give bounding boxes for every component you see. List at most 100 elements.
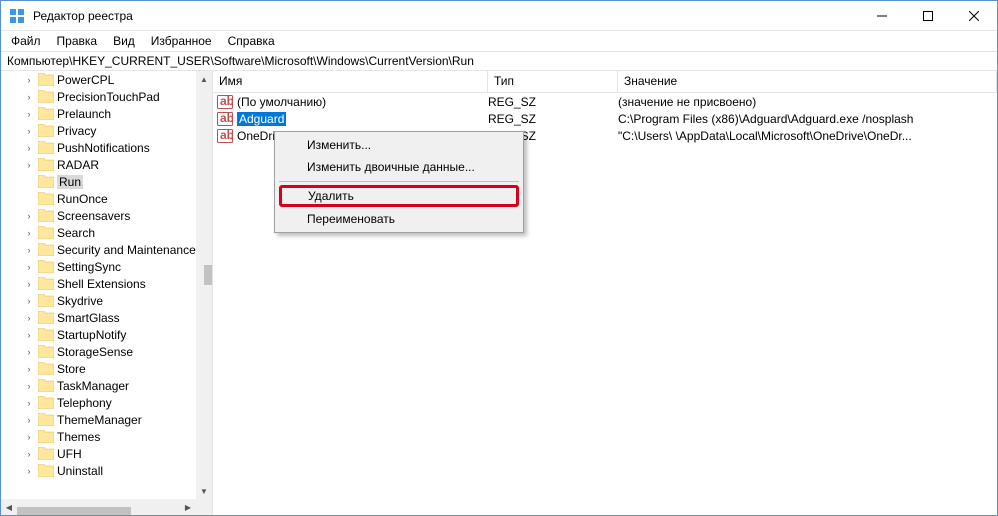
window-controls [859, 1, 997, 30]
chevron-right-icon[interactable]: › [23, 75, 35, 85]
menu-view[interactable]: Вид [107, 32, 141, 50]
folder-icon [38, 447, 54, 460]
tree-item-smartglass[interactable]: › SmartGlass [1, 309, 196, 326]
value-row[interactable]: ab(По умолчанию)REG_SZ(значение не присв… [213, 93, 997, 110]
column-name[interactable]: Имя [213, 71, 488, 92]
chevron-right-icon[interactable]: › [23, 109, 35, 119]
chevron-right-icon[interactable]: › [23, 313, 35, 323]
chevron-right-icon[interactable]: › [23, 296, 35, 306]
chevron-right-icon[interactable]: › [23, 330, 35, 340]
value-type: REG_SZ [488, 95, 618, 109]
tree-horizontal-scrollbar[interactable]: ◀ ▶ [1, 499, 196, 515]
tree-item-powercpl[interactable]: ›PowerCPL [1, 71, 196, 88]
chevron-right-icon[interactable]: › [23, 228, 35, 238]
menu-favorites[interactable]: Избранное [145, 32, 218, 50]
column-value[interactable]: Значение [618, 71, 997, 92]
value-name: Adguard [237, 112, 286, 126]
tree-item-label: SettingSync [57, 260, 121, 274]
tree-item-label: RunOnce [57, 192, 108, 206]
scroll-thumb[interactable] [204, 265, 213, 285]
menu-edit[interactable]: Правка [51, 32, 104, 50]
folder-icon [38, 379, 54, 392]
folder-icon [38, 294, 54, 307]
ctx-separator [279, 181, 519, 182]
chevron-right-icon[interactable]: › [23, 347, 35, 357]
column-type[interactable]: Тип [488, 71, 618, 92]
tree-item-label: SmartGlass [57, 311, 120, 325]
scroll-down-icon[interactable]: ▼ [196, 483, 212, 499]
folder-icon [38, 226, 54, 239]
tree-item-radar[interactable]: ›RADAR [1, 156, 196, 173]
close-button[interactable] [951, 1, 997, 30]
scroll-left-icon[interactable]: ◀ [1, 499, 17, 515]
chevron-right-icon[interactable]: › [23, 432, 35, 442]
scroll-thumb[interactable] [17, 507, 131, 515]
tree-item-skydrive[interactable]: ›Skydrive [1, 292, 196, 309]
tree-item-store[interactable]: ›Store [1, 360, 196, 377]
tree-item-label: PrecisionTouchPad [57, 90, 160, 104]
menubar: Файл Правка Вид Избранное Справка [1, 31, 997, 51]
address-bar[interactable]: Компьютер\HKEY_CURRENT_USER\Software\Mic… [1, 51, 997, 71]
tree-item-taskmanager[interactable]: ›TaskManager [1, 377, 196, 394]
tree-item-settingsync[interactable]: › SettingSync [1, 258, 196, 275]
value-row[interactable]: abAdguardREG_SZC:\Program Files (x86)\Ad… [213, 110, 997, 127]
string-value-icon: ab [217, 95, 233, 109]
tree-item-pushnotifications[interactable]: › PushNotifications [1, 139, 196, 156]
tree-item-label: PushNotifications [57, 141, 150, 155]
tree-item-label: UFH [57, 447, 82, 461]
folder-icon [38, 362, 54, 375]
scroll-corner [196, 499, 212, 515]
folder-icon [38, 158, 54, 171]
tree-item-telephony[interactable]: ›Telephony [1, 394, 196, 411]
tree-item-runonce[interactable]: RunOnce [1, 190, 196, 207]
chevron-right-icon[interactable]: › [23, 415, 35, 425]
tree-item-storagesense[interactable]: ›StorageSense [1, 343, 196, 360]
ctx-modify[interactable]: Изменить... [277, 134, 521, 156]
ctx-rename[interactable]: Переименовать [277, 208, 521, 230]
tree-item-ufh[interactable]: › UFH [1, 445, 196, 462]
tree-item-thememanager[interactable]: › ThemeManager [1, 411, 196, 428]
tree-item-run[interactable]: Run [1, 173, 196, 190]
chevron-right-icon[interactable]: › [23, 245, 35, 255]
tree-item-startupnotify[interactable]: ›StartupNotify [1, 326, 196, 343]
folder-icon [38, 345, 54, 358]
tree-item-uninstall[interactable]: › Uninstall [1, 462, 196, 479]
scroll-up-icon[interactable]: ▲ [196, 71, 212, 87]
chevron-right-icon[interactable]: › [23, 381, 35, 391]
tree-item-label: ThemeManager [57, 413, 142, 427]
folder-icon [38, 413, 54, 426]
tree-item-label: Run [57, 175, 83, 189]
tree-item-shell-extensions[interactable]: ›Shell Extensions [1, 275, 196, 292]
menu-file[interactable]: Файл [5, 32, 47, 50]
chevron-right-icon[interactable]: › [23, 126, 35, 136]
maximize-button[interactable] [905, 1, 951, 30]
tree-item-prelaunch[interactable]: ›Prelaunch [1, 105, 196, 122]
tree-item-label: Themes [57, 430, 100, 444]
tree-item-themes[interactable]: › Themes [1, 428, 196, 445]
chevron-right-icon[interactable]: › [23, 364, 35, 374]
chevron-right-icon[interactable]: › [23, 143, 35, 153]
tree-item-screensavers[interactable]: ›Screensavers [1, 207, 196, 224]
chevron-right-icon[interactable]: › [23, 262, 35, 272]
folder-icon [38, 73, 54, 86]
chevron-right-icon[interactable]: › [23, 466, 35, 476]
menu-help[interactable]: Справка [222, 32, 281, 50]
chevron-right-icon[interactable]: › [23, 279, 35, 289]
chevron-right-icon[interactable]: › [23, 211, 35, 221]
ctx-modify-binary[interactable]: Изменить двоичные данные... [277, 156, 521, 178]
tree-item-security-and-maintenance[interactable]: › Security and Maintenance [1, 241, 196, 258]
tree-item-label: Uninstall [57, 464, 103, 478]
tree-item-label: Security and Maintenance [57, 243, 196, 257]
tree-vertical-scrollbar[interactable]: ▲ ▼ [196, 71, 212, 499]
tree-item-privacy[interactable]: ›Privacy [1, 122, 196, 139]
chevron-right-icon[interactable]: › [23, 398, 35, 408]
tree-item-precisiontouchpad[interactable]: › PrecisionTouchPad [1, 88, 196, 105]
scroll-right-icon[interactable]: ▶ [180, 499, 196, 515]
chevron-right-icon[interactable]: › [23, 449, 35, 459]
minimize-button[interactable] [859, 1, 905, 30]
chevron-right-icon[interactable]: › [23, 92, 35, 102]
chevron-right-icon[interactable]: › [23, 160, 35, 170]
ctx-delete[interactable]: Удалить [308, 189, 480, 203]
tree-item-search[interactable]: ›Search [1, 224, 196, 241]
folder-icon [38, 90, 54, 103]
